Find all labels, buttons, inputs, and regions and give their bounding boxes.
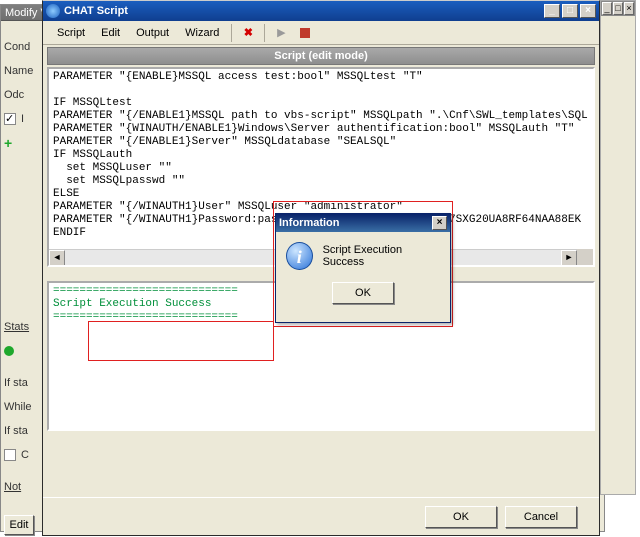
play-icon[interactable]: ▶ [273, 25, 289, 41]
dialog-ok-button[interactable]: OK [332, 282, 394, 304]
minimize-button[interactable]: _ [544, 4, 560, 18]
dialog-titlebar[interactable]: Information × [276, 214, 450, 232]
dialog-message: Script Execution Success [323, 244, 440, 268]
titlebar[interactable]: CHAT Script _ □ × [43, 1, 599, 21]
stop-icon[interactable]: ✖ [240, 25, 256, 41]
checkbox-icon[interactable] [4, 449, 16, 461]
maximize-button[interactable]: □ [562, 4, 578, 18]
label-not: Not [4, 475, 44, 499]
menu-edit[interactable]: Edit [93, 24, 128, 42]
section-header: Script (edit mode) [47, 47, 595, 65]
label-name: Name [4, 59, 44, 83]
ok-button[interactable]: OK [425, 506, 497, 528]
tab-cond[interactable]: Cond [4, 35, 44, 59]
edit-button[interactable]: Edit [4, 515, 34, 535]
menu-script[interactable]: Script [49, 24, 93, 42]
information-dialog: Information × i Script Execution Success… [275, 213, 451, 323]
label-ifsta: If sta [4, 371, 44, 395]
add-button[interactable]: + [4, 131, 44, 155]
window-title: CHAT Script [64, 5, 128, 17]
scroll-right-icon[interactable]: ► [561, 250, 577, 266]
label-stats: Stats [4, 315, 44, 339]
rear-window: _ □ × [600, 0, 636, 495]
scroll-corner [577, 249, 593, 265]
dialog-button-bar: OK Cancel [43, 497, 599, 535]
checkbox-icon[interactable] [4, 113, 16, 125]
checkbox-row-2[interactable]: C [4, 443, 44, 467]
minimize-icon[interactable]: _ [602, 2, 612, 15]
info-icon: i [286, 242, 313, 270]
menu-output[interactable]: Output [128, 24, 177, 42]
menubar: Script Edit Output Wizard ✖ ▶ [43, 21, 599, 45]
plus-icon: + [4, 135, 12, 151]
record-icon[interactable] [297, 25, 313, 41]
chat-script-window: CHAT Script _ □ × Script Edit Output Wiz… [42, 0, 600, 536]
scroll-left-icon[interactable]: ◄ [49, 250, 65, 266]
status-icon [4, 346, 14, 356]
status-dot [4, 339, 44, 363]
maximize-icon[interactable]: □ [613, 2, 623, 15]
dialog-close-icon[interactable]: × [432, 216, 447, 230]
close-button[interactable]: × [580, 4, 596, 18]
checkbox-row[interactable]: I [4, 107, 44, 131]
app-icon [46, 4, 60, 18]
close-icon[interactable]: × [624, 2, 634, 15]
label-ifsta2: If sta [4, 419, 44, 443]
cancel-button[interactable]: Cancel [505, 506, 577, 528]
field-odc[interactable]: Odc [4, 83, 44, 107]
menu-wizard[interactable]: Wizard [177, 24, 227, 42]
dialog-title: Information [279, 217, 340, 229]
label-while: While [4, 395, 44, 419]
